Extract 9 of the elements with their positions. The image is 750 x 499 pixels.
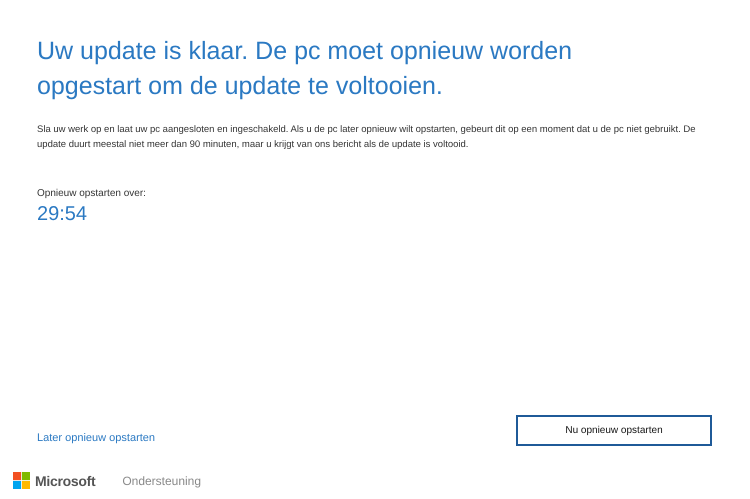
later-restart-link[interactable]: Later opnieuw opstarten	[37, 432, 156, 444]
message-text: Sla uw werk op en laat uw pc aangesloten en ingeschakeld. Als u de pc later opnieuw wilt opstarten, gebeurt dit op een moment dat u de pc niet gebruikt. De update duurt meestal niet meer dan 90 minuten, maar u krijgt van ons bericht als de update is voltooid.	[37, 123, 697, 152]
countdown-label: Opnieuw opstarten over:	[37, 188, 146, 199]
windows-logo-icon	[13, 472, 30, 489]
countdown-time: 29:54	[37, 203, 88, 226]
support-link[interactable]: Ondersteuning	[122, 474, 202, 488]
page-title: Uw update is klaar. De pc moet opnieuw worden opgestart om de update te voltooien.	[37, 36, 574, 102]
restart-now-button[interactable]: Nu opnieuw opstarten	[516, 415, 712, 446]
brand-name: Microsoft	[35, 472, 96, 488]
